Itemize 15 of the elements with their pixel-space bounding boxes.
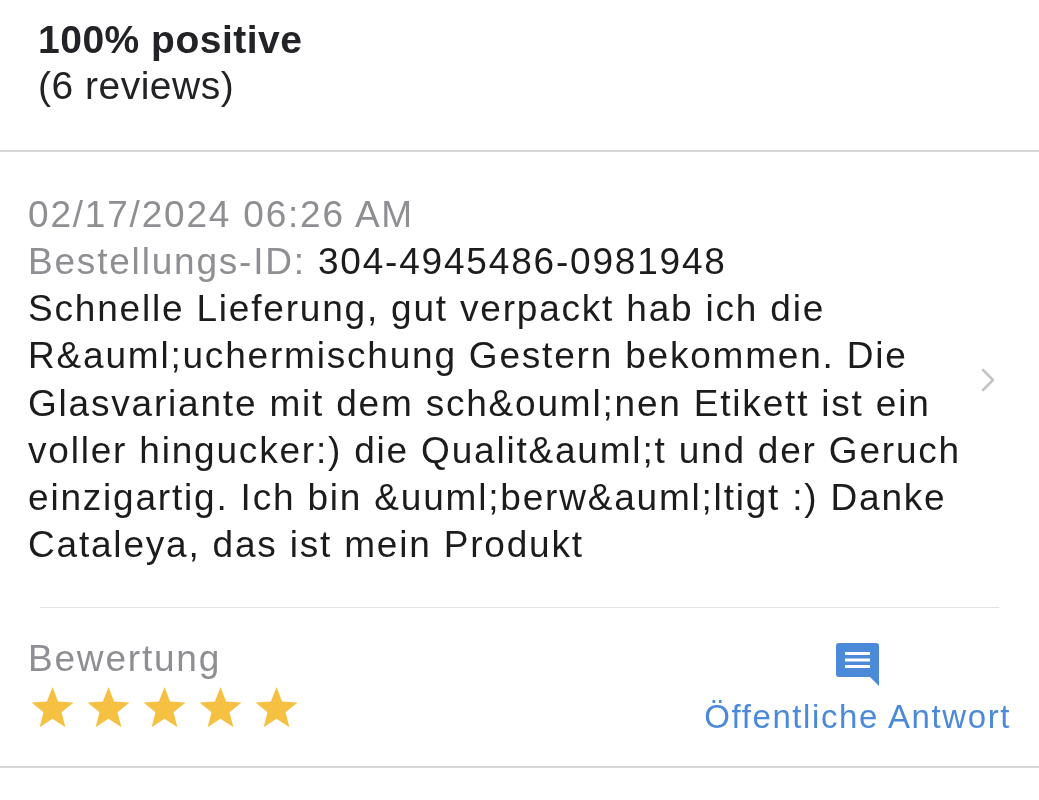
rating-summary: 100% positive [38, 17, 304, 63]
star-icon [198, 685, 243, 730]
order-id: 304-4945486-0981948 [318, 241, 727, 282]
review-count: (6 reviews) [38, 63, 236, 109]
comment-icon [835, 641, 881, 687]
public-reply-button[interactable]: Öffentliche Antwort [704, 641, 1011, 737]
order-id-label: Bestellungs-ID: [28, 241, 306, 282]
chevron-right-icon[interactable] [981, 367, 995, 392]
star-icon [86, 685, 131, 730]
star-icon [30, 685, 75, 730]
star-icon [142, 685, 187, 730]
review-text: Schnelle Lieferung, gut verpackt hab ich die R&auml;uchermischung Gestern bekommen. Die Glasvariante mit dem sch&ouml;nen Etikett ist ein voller hingucker:) die Qualit&auml;t und der Geruch einzigartig. Ich bin &uuml;berw&auml;ltigt :) Danke Cataleya, das ist mein Produkt [28, 287, 962, 568]
review-date: 02/17/2024 06:26 AM [28, 193, 415, 237]
rating-label: Bewertung [28, 636, 223, 681]
star-icon [254, 685, 299, 730]
